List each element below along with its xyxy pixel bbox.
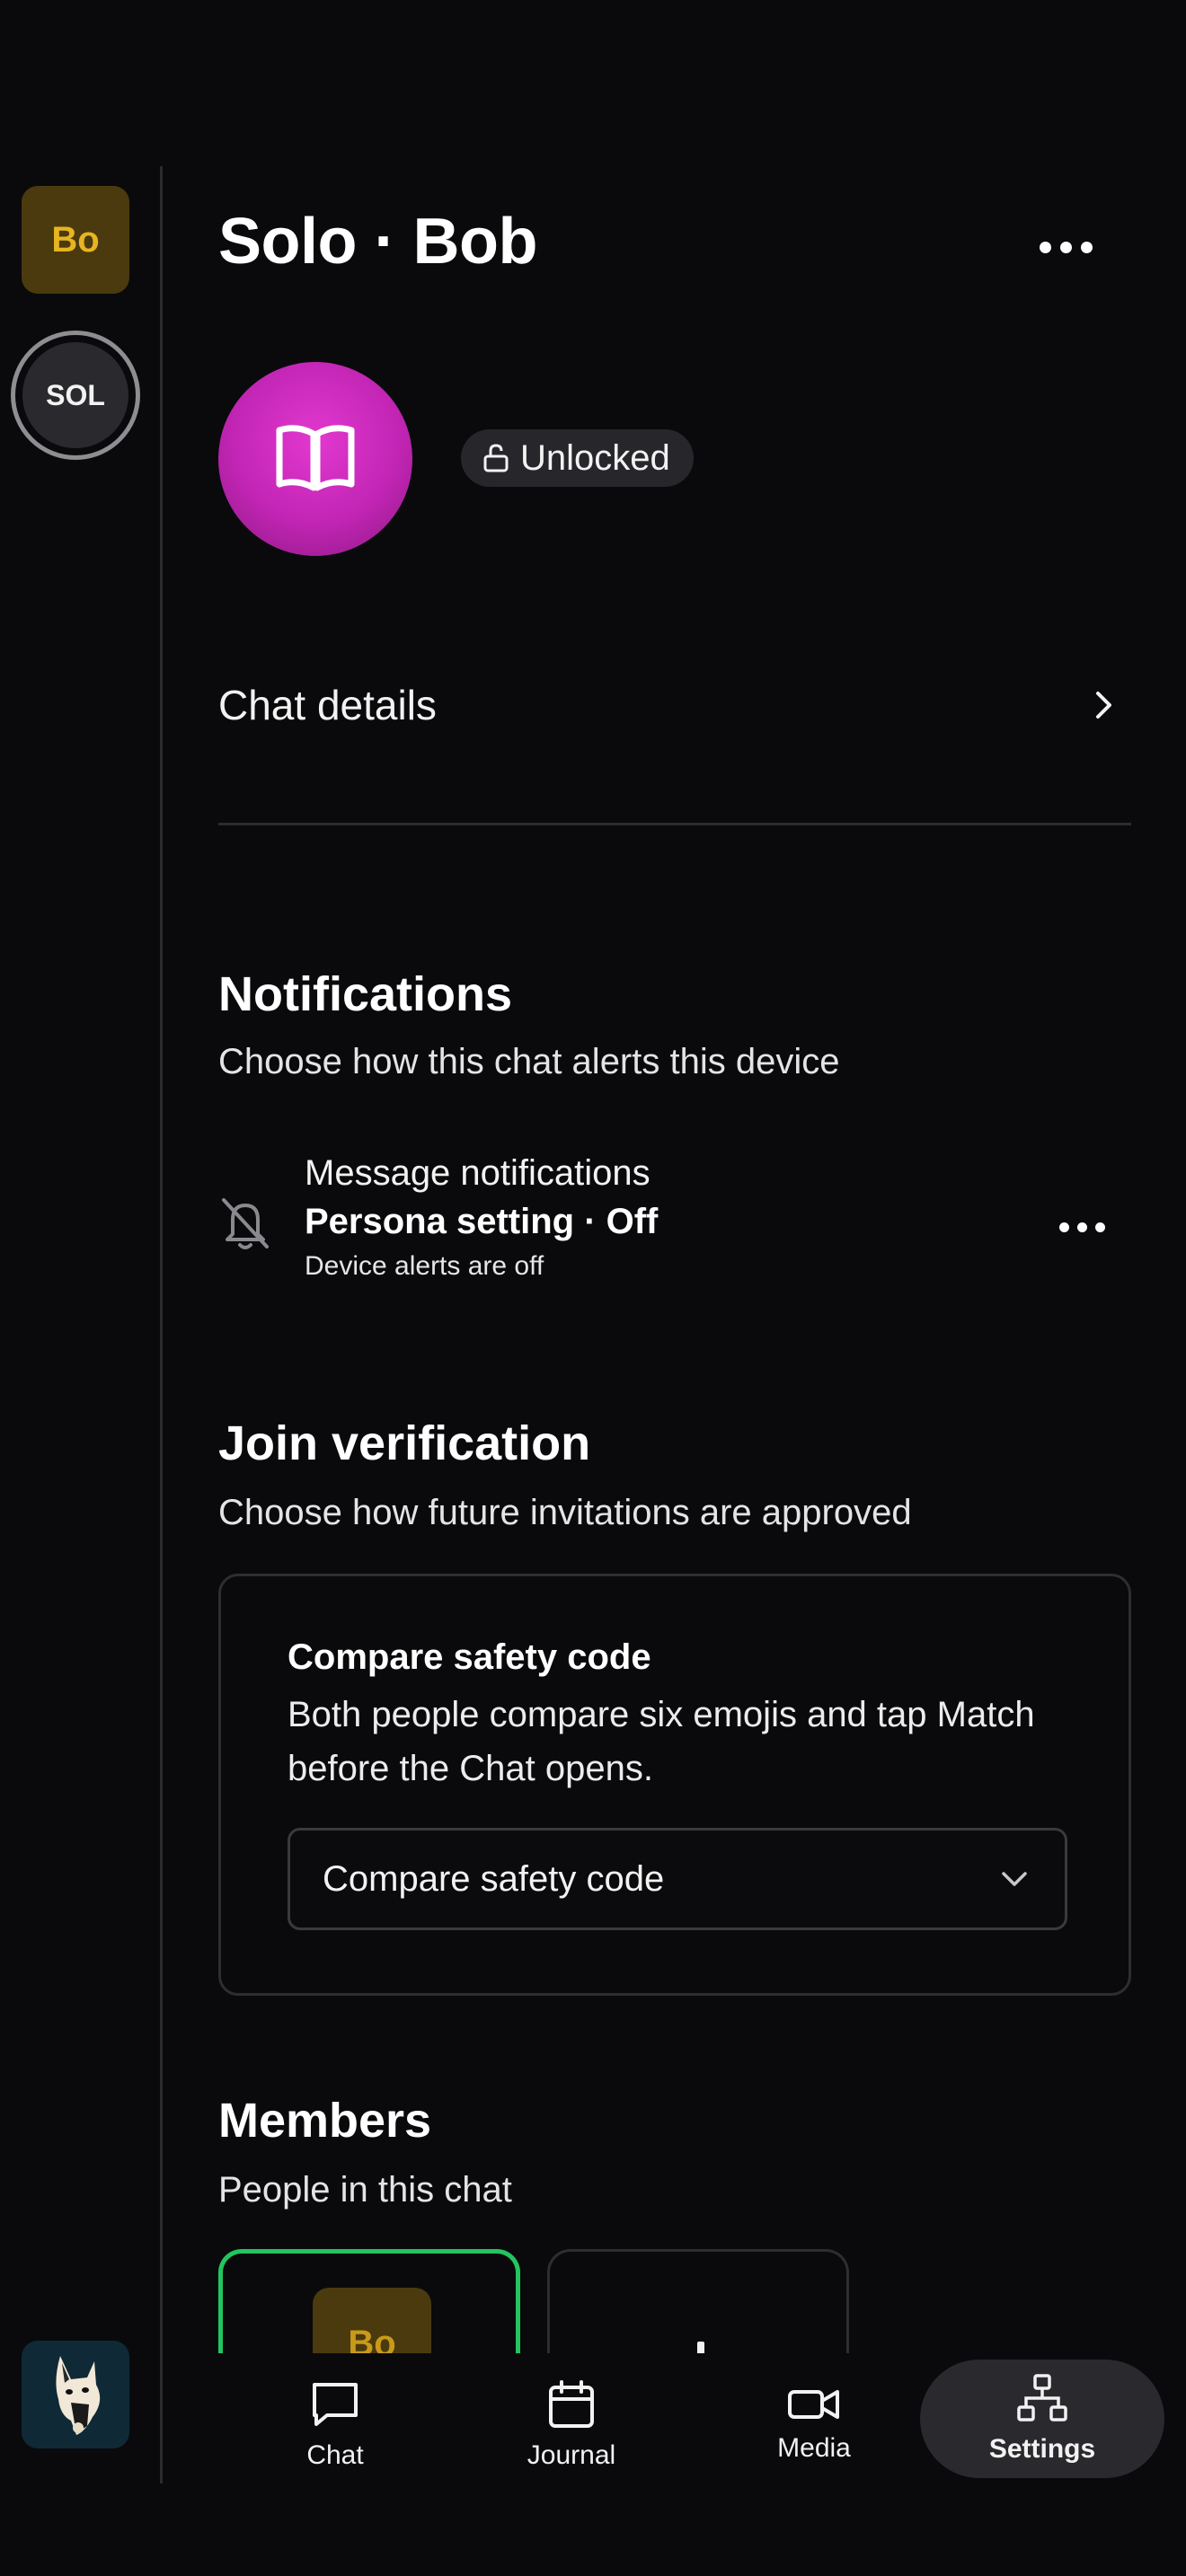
chat-settings-screen: Bo SOL Solo · Bob Unlocked Chat details … <box>0 0 1186 2576</box>
verification-card: Compare safety code Both people compare … <box>218 1574 1131 1996</box>
nav-settings[interactable]: Settings <box>920 2360 1164 2478</box>
cat-icon[interactable] <box>22 2341 129 2448</box>
message-notifications-row[interactable]: Message notifications Persona setting · … <box>218 1150 1131 1302</box>
nav-media-label: Media <box>777 2433 851 2463</box>
notifications-more-icon[interactable] <box>1050 1209 1113 1245</box>
notifications-subtitle: Choose how this chat alerts this device <box>218 1042 840 1081</box>
message-notifications-text: Message notifications Persona setting · … <box>305 1150 658 1286</box>
chat-details-row[interactable]: Chat details <box>218 665 1131 745</box>
rail-divider <box>160 166 163 2483</box>
page-title: Solo · Bob <box>218 206 537 278</box>
video-icon <box>788 2390 839 2419</box>
nav-media[interactable]: Media <box>747 2353 881 2497</box>
rail-avatar-bo[interactable]: Bo <box>22 186 129 294</box>
verification-card-description: Both people compare six emojis and tap M… <box>288 1695 1035 1788</box>
unlock-icon <box>483 444 509 472</box>
nav-settings-label: Settings <box>988 2434 1096 2464</box>
nav-chat-label: Chat <box>306 2440 364 2470</box>
chat-details-label: Chat details <box>218 682 437 728</box>
chat-icon <box>313 2383 358 2426</box>
rail-avatar-bo-initials: Bo <box>51 219 100 260</box>
verification-subtitle: Choose how future invitations are approv… <box>218 1493 912 1532</box>
chat-avatar[interactable] <box>218 362 412 556</box>
calendar-icon <box>549 2380 594 2428</box>
chevron-down-icon <box>1002 1872 1027 1886</box>
member-avatar: Bo <box>313 2288 431 2357</box>
member-card[interactable] <box>547 2249 849 2357</box>
member-initials: Bo <box>348 2324 396 2357</box>
book-open-icon <box>276 425 355 491</box>
network-icon <box>1017 2374 1067 2422</box>
lock-status-label: Unlocked <box>520 437 670 478</box>
rail-avatar-sol[interactable]: SOL <box>11 331 140 460</box>
nav-chat[interactable]: Chat <box>269 2353 402 2497</box>
members-subtitle: People in this chat <box>218 2170 512 2210</box>
message-notifications-value: Persona setting · Off <box>305 1202 659 1241</box>
members-title: Members <box>218 2094 432 2148</box>
chevron-right-icon <box>1096 692 1111 719</box>
nav-journal[interactable]: Journal <box>495 2353 648 2497</box>
verification-card-title: Compare safety code <box>288 1637 651 1677</box>
nav-journal-label: Journal <box>527 2440 616 2470</box>
rail-avatar-sol-initials: SOL <box>46 378 105 411</box>
more-horizontal-icon[interactable] <box>1030 225 1102 269</box>
notifications-title: Notifications <box>218 967 513 1021</box>
rail-avatar-sol-inner: SOL <box>22 342 128 448</box>
member-card[interactable]: Bo <box>218 2249 520 2357</box>
bell-off-icon <box>222 1198 269 1249</box>
message-notifications-hint: Device alerts are off <box>305 1251 544 1281</box>
verification-title: Join verification <box>218 1416 591 1470</box>
verification-method-value: Compare safety code <box>323 1858 665 1899</box>
bottom-nav: Chat Journal Media Settings <box>163 2353 1186 2497</box>
message-notifications-title: Message notifications <box>305 1153 651 1193</box>
section-divider <box>218 823 1131 825</box>
lock-status-badge[interactable]: Unlocked <box>461 429 694 487</box>
verification-method-select[interactable]: Compare safety code <box>288 1828 1067 1930</box>
